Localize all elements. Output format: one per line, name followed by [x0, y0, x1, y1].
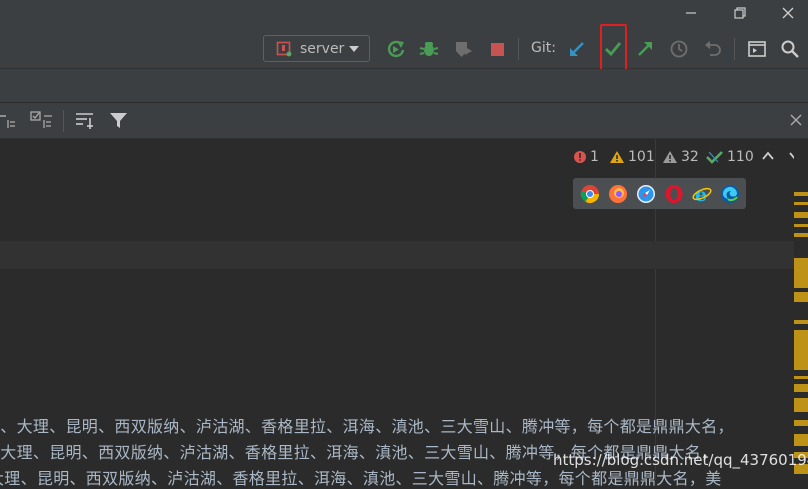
terminal-button[interactable]: [746, 38, 768, 60]
filter-icon[interactable]: [109, 111, 129, 131]
typo-count[interactable]: 110: [706, 148, 754, 166]
collapse-tree-icon[interactable]: [0, 112, 18, 130]
rerun-icon: [387, 40, 405, 58]
toolbar-separator: [518, 38, 519, 60]
search-everywhere-button[interactable]: [779, 38, 801, 60]
warning-marker[interactable]: [794, 224, 808, 227]
current-line-highlight: [0, 241, 794, 269]
warning-marker[interactable]: [794, 233, 808, 237]
git-update-button[interactable]: [566, 38, 588, 60]
warning-marker[interactable]: [794, 384, 808, 392]
warning-marker[interactable]: [794, 192, 808, 196]
warning-marker[interactable]: [794, 434, 808, 446]
warning-marker[interactable]: [794, 376, 808, 379]
warning-marker[interactable]: [794, 258, 808, 288]
stop-icon: [491, 43, 504, 56]
watermark-text: https://blog.csdn.net/qq_43760194: [553, 451, 808, 469]
chrome-icon[interactable]: [579, 183, 601, 205]
ie-icon[interactable]: e: [691, 183, 713, 205]
restore-icon: [734, 7, 746, 19]
debug-button[interactable]: [418, 38, 440, 60]
run-configuration-select[interactable]: server: [263, 35, 370, 62]
git-history-button[interactable]: [668, 38, 690, 60]
close-window-button[interactable]: [770, 0, 806, 26]
editor-tab-strip: [0, 69, 808, 103]
opera-icon[interactable]: [663, 183, 685, 205]
clock-icon: [670, 40, 688, 58]
terminal-window-icon: [748, 41, 766, 57]
warning-count[interactable]: 101: [609, 148, 655, 166]
error-stripe[interactable]: [794, 139, 808, 480]
minimize-button[interactable]: [673, 0, 709, 26]
weak-warning-icon: [663, 151, 677, 163]
git-push-button[interactable]: [634, 38, 656, 60]
run-with-coverage-button[interactable]: [452, 38, 474, 60]
weak-warning-count[interactable]: 32: [662, 148, 699, 166]
undo-icon: [705, 41, 721, 56]
restore-button[interactable]: [722, 0, 758, 26]
warning-marker[interactable]: [794, 320, 808, 324]
warning-marker[interactable]: [794, 292, 808, 302]
git-label: Git:: [531, 40, 556, 56]
bug-icon: [419, 42, 439, 56]
title-bar: [0, 0, 808, 28]
run-config-label: server: [300, 41, 345, 57]
warning-marker[interactable]: [794, 398, 808, 412]
stop-button[interactable]: [486, 38, 508, 60]
error-icon: [574, 151, 586, 163]
error-count[interactable]: 1: [573, 148, 599, 166]
warning-icon: [610, 151, 624, 163]
sort-icon[interactable]: [75, 111, 95, 131]
firefox-icon[interactable]: [607, 183, 629, 205]
close-icon: [782, 7, 794, 19]
warning-marker[interactable]: [794, 330, 808, 370]
browser-preview-popup: e: [573, 178, 746, 209]
git-rollback-button[interactable]: [702, 38, 724, 60]
edge-icon[interactable]: [719, 183, 741, 205]
warning-marker[interactable]: [794, 212, 808, 218]
typo-check-icon: [706, 151, 723, 164]
warning-marker[interactable]: [794, 420, 808, 426]
filter-checked-icon[interactable]: [30, 110, 54, 130]
update-arrow-icon: [570, 42, 584, 56]
rerun-button[interactable]: [385, 38, 407, 60]
panel-toolbar: [0, 103, 808, 139]
warning-marker[interactable]: [794, 202, 808, 205]
panel-separator: [63, 110, 64, 132]
toolbar-separator: [734, 38, 735, 60]
svg-text:e: e: [695, 184, 707, 204]
code-line: 江、大理、昆明、西双版纳、泸沽湖、香格里拉、洱海、滇池、三大雪山、腾冲等，每个都…: [0, 417, 734, 436]
minimize-icon: [686, 12, 696, 14]
chevron-down-icon: [349, 46, 359, 52]
run-config-icon: [276, 41, 292, 57]
close-icon[interactable]: [790, 114, 802, 126]
safari-icon[interactable]: [635, 183, 657, 205]
search-icon: [781, 40, 799, 58]
coverage-icon: [456, 42, 472, 57]
previous-problem-icon[interactable]: [762, 151, 774, 161]
push-arrow-icon: [638, 42, 652, 56]
